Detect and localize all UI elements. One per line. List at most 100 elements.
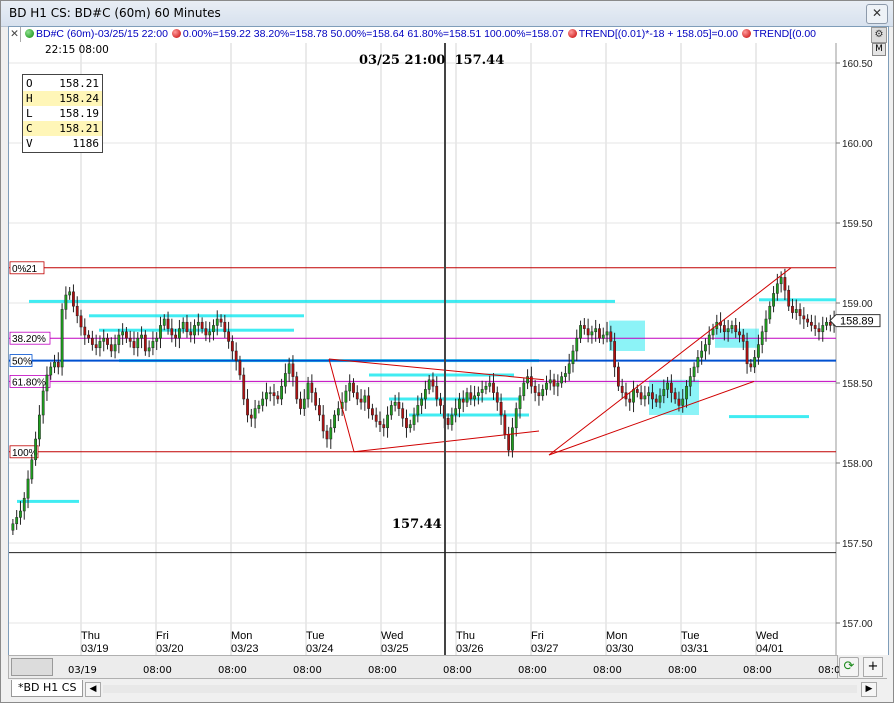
candle-body <box>189 331 193 336</box>
close-study-icon[interactable]: ✕ <box>9 27 21 42</box>
candle <box>639 385 643 406</box>
candle-body <box>272 392 276 397</box>
candle-body <box>113 344 117 352</box>
y-tick-label: 160.50 <box>842 59 873 70</box>
symbol-status-icon[interactable] <box>25 29 34 38</box>
candle-body <box>208 331 212 336</box>
candle <box>617 362 620 391</box>
candle-body <box>688 376 692 387</box>
trend-line <box>328 358 355 452</box>
candle-body <box>760 331 764 345</box>
candle <box>628 392 632 411</box>
support-zone <box>17 499 79 503</box>
candle <box>41 384 45 424</box>
y-tick-label: 158.00 <box>842 459 873 470</box>
candle-body <box>450 414 454 425</box>
candle-body <box>560 376 564 384</box>
candle <box>143 330 147 356</box>
candle-body <box>234 350 238 361</box>
candle-body <box>333 414 336 429</box>
trend-status-icon-2[interactable] <box>741 29 751 38</box>
scroll-right-icon[interactable]: ▶ <box>861 682 877 697</box>
candle-body <box>749 363 753 368</box>
candle-body <box>348 382 352 392</box>
candle <box>136 332 140 357</box>
fib-status-icon[interactable] <box>171 29 181 38</box>
candle-body <box>283 373 287 387</box>
candle <box>548 369 552 391</box>
time-scrollbar[interactable] <box>8 655 838 679</box>
candle <box>117 328 121 354</box>
candle-body <box>473 395 476 400</box>
refresh-button[interactable]: ⟳ <box>839 657 859 677</box>
trend-status-icon[interactable] <box>567 29 577 38</box>
gear-icon[interactable]: ⚙ <box>871 27 887 43</box>
cursor-time-readout: 03/25 21:00 157.44 <box>359 53 504 68</box>
candle-body <box>367 395 371 409</box>
candle <box>371 403 374 420</box>
candle <box>704 338 707 360</box>
chart-area[interactable]: Thu 03/19 Fri 03/20 Mon 03/23 Tue 03/24 Wed 03/25… <box>8 43 889 655</box>
candle-body <box>635 389 639 393</box>
candle-body <box>681 398 685 406</box>
ohlc-row: H 158.24 <box>23 91 102 106</box>
close-button[interactable]: ✕ <box>866 4 888 24</box>
candle-body <box>231 341 234 352</box>
candle <box>598 323 601 343</box>
fib-label: 100% <box>9 445 39 459</box>
candle-body <box>382 424 386 429</box>
candle <box>753 350 757 374</box>
candle-body <box>730 325 734 329</box>
candle <box>299 391 302 415</box>
candle <box>571 344 575 373</box>
candle-body <box>166 318 170 329</box>
add-button[interactable]: + <box>863 657 883 677</box>
candle-body <box>556 382 560 387</box>
candle <box>473 385 476 407</box>
candle-body <box>511 427 514 451</box>
candle <box>601 327 605 345</box>
candle-body <box>753 357 757 368</box>
candle-body <box>11 523 15 531</box>
candle-body <box>261 398 265 406</box>
candle <box>420 392 423 415</box>
date-label: 03/26 <box>456 643 484 655</box>
candle-body <box>764 318 768 333</box>
support-zone <box>389 397 519 401</box>
candle <box>178 319 181 349</box>
maximize-button[interactable]: M <box>872 43 886 56</box>
candle-body <box>53 361 56 368</box>
candle-body <box>810 321 813 326</box>
tab-scrollbar[interactable] <box>103 685 857 693</box>
candle-body <box>476 392 480 397</box>
candle <box>257 400 261 414</box>
day-label: Mon <box>231 630 252 642</box>
candle-body <box>658 395 662 403</box>
candle <box>295 371 299 404</box>
day-label: Thu <box>81 630 100 642</box>
candle-body <box>541 389 545 397</box>
fib-label-text: 0% <box>12 264 27 275</box>
candle-body <box>590 331 594 336</box>
price-chart[interactable]: Thu03/19Fri03/20Mon03/23Tue03/24Wed03/25… <box>9 43 886 655</box>
y-tick-label: 157.50 <box>842 539 873 550</box>
candle-body <box>408 424 412 429</box>
candle <box>461 390 465 413</box>
candle-body <box>405 417 408 429</box>
ohlc-data-window: O 158.21 H 158.24 L 158.19 C 158.21 V 1186 <box>22 74 103 153</box>
scroll-thumb[interactable] <box>11 658 53 676</box>
tab-bd-h1-cs[interactable]: *BD H1 CS <box>11 680 84 697</box>
candle <box>102 329 106 352</box>
candle <box>696 350 700 374</box>
candle-body <box>344 390 348 403</box>
candle-body <box>140 334 143 339</box>
candle <box>302 389 306 416</box>
ohlc-row: L 158.19 <box>23 106 102 121</box>
candle <box>711 323 715 340</box>
candle <box>344 384 348 411</box>
title-bar[interactable]: BD H1 CS: BD#C (60m) 60 Minutes ✕ <box>1 1 893 27</box>
candle <box>246 389 249 423</box>
scroll-left-icon[interactable]: ◀ <box>85 682 101 697</box>
candle <box>469 385 473 406</box>
candle-body <box>643 395 647 400</box>
